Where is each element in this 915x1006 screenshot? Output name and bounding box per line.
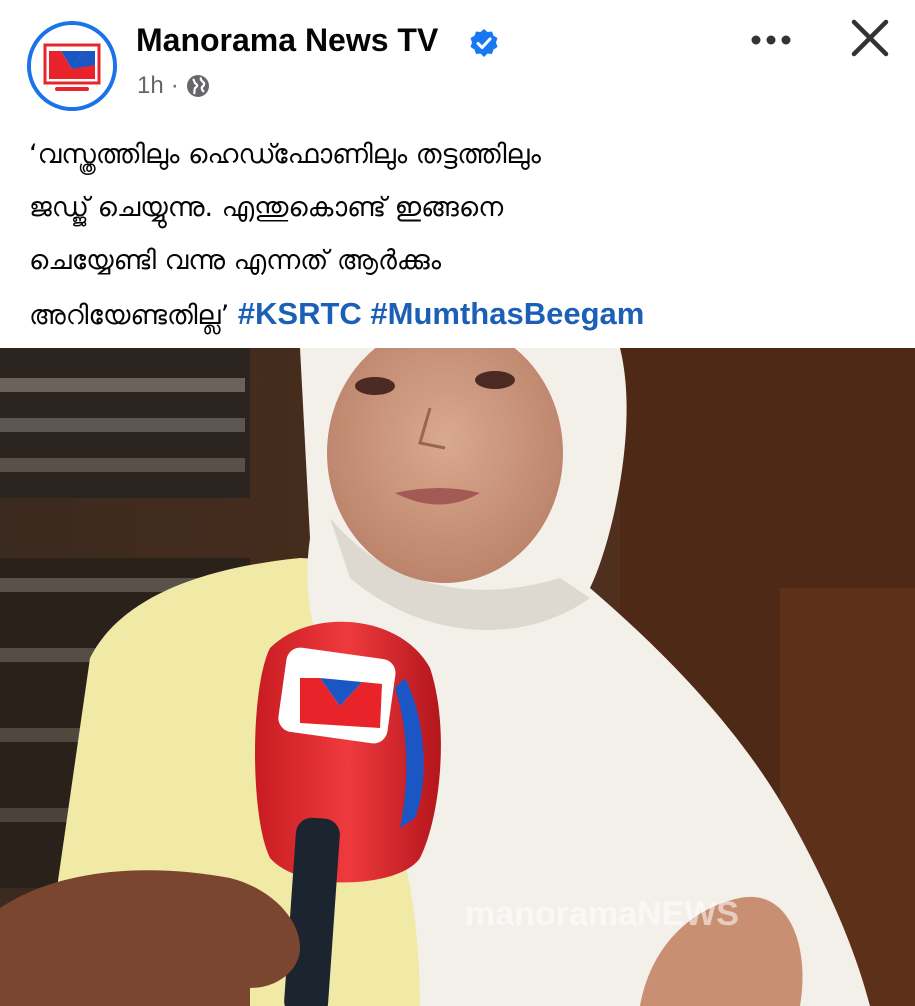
- post-meta: 1h ·: [137, 72, 210, 100]
- page-name[interactable]: Manorama News TV: [136, 22, 438, 59]
- globe-icon: [186, 75, 209, 97]
- post-header: Manorama News TV 1h ·: [0, 0, 915, 120]
- hashtag-ksrtc[interactable]: #KSRTC: [238, 296, 362, 331]
- page-avatar[interactable]: [27, 21, 117, 111]
- video-frame: manoramaNEWS: [0, 348, 915, 1006]
- post-video[interactable]: manoramaNEWS: [0, 348, 915, 1006]
- watermark: manoramaNEWS: [465, 895, 739, 933]
- caption-line-last: അറിയേണ്ടതില്ല’ #KSRTC #MumthasBeegam: [29, 287, 899, 342]
- post-time[interactable]: 1h: [137, 72, 164, 100]
- caption-line: ‘വസ്ത്രത്തിലും ഹെഡ്ഫോണിലും തട്ടത്തിലും: [29, 139, 541, 170]
- post-caption: ‘വസ്ത്രത്തിലും ഹെഡ്ഫോണിലും തട്ടത്തിലും ജ…: [29, 128, 899, 342]
- manorama-logo: [31, 25, 113, 107]
- caption-line: ജഡ്ജ് ചെയ്യുന്നു. എന്തുകൊണ്ട് ഇങ്ങനെ: [29, 192, 504, 223]
- more-options-icon[interactable]: [746, 22, 796, 58]
- caption-line: അറിയേണ്ടതില്ല’: [29, 300, 230, 331]
- hashtag-mumthasbeegam[interactable]: #MumthasBeegam: [370, 296, 644, 331]
- verified-badge-icon: [470, 29, 498, 57]
- close-icon[interactable]: [846, 14, 894, 62]
- caption-line: ചെയ്യേണ്ടി വന്നു എന്നത് ആർക്കും: [29, 245, 442, 276]
- meta-separator: ·: [170, 72, 179, 99]
